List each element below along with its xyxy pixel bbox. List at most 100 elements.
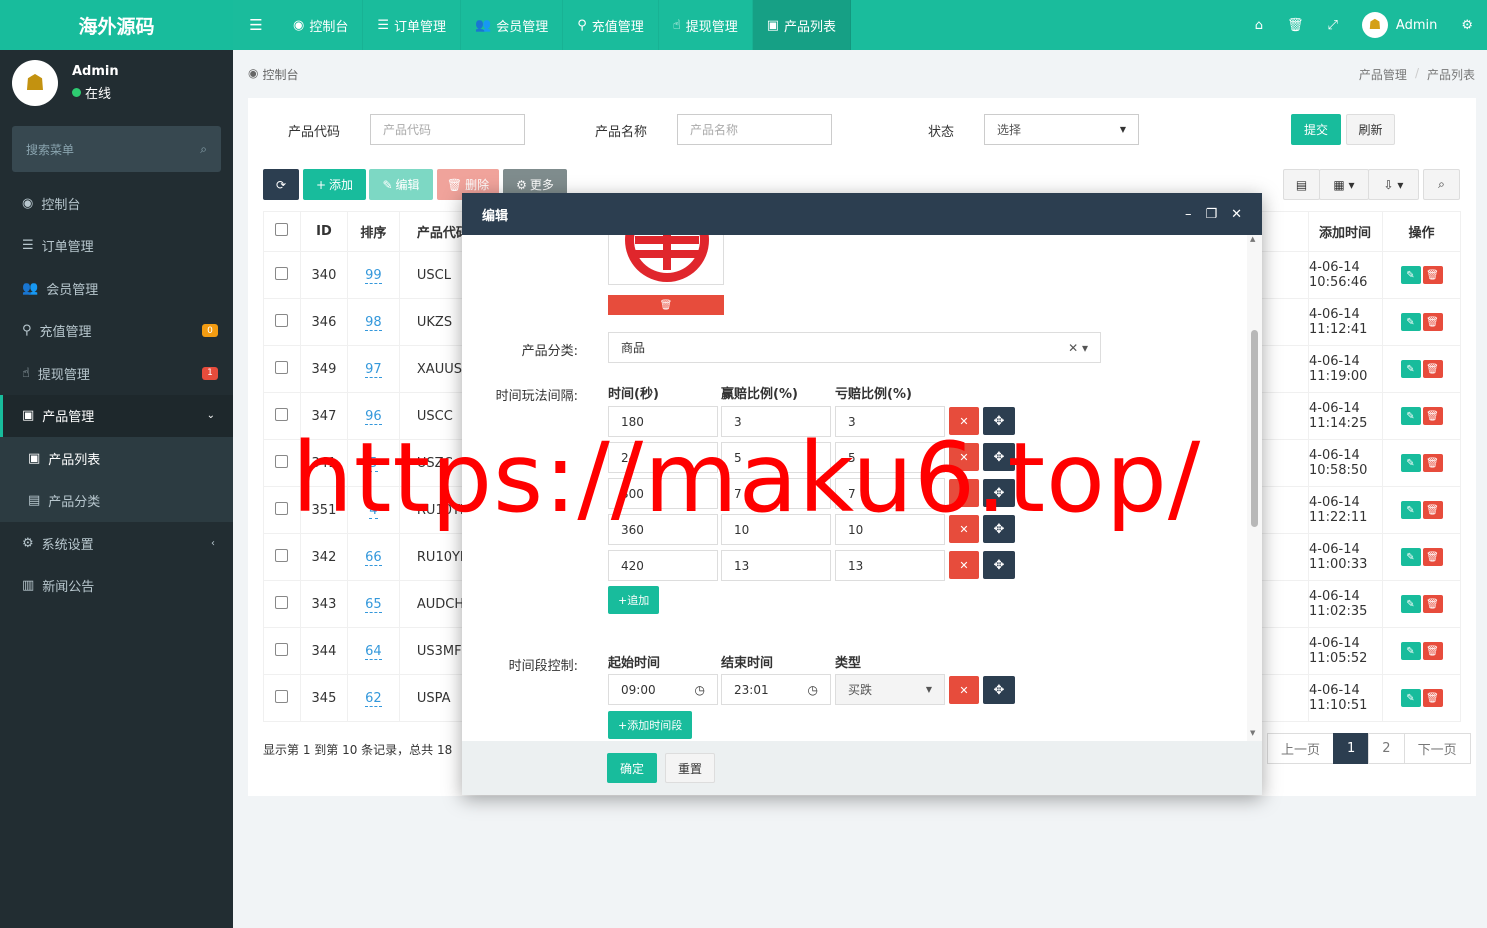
- edit-icon[interactable]: ✎: [1400, 407, 1421, 425]
- trash-icon[interactable]: 🗑: [1422, 266, 1443, 284]
- sidebar-item[interactable]: ▤ 产品分类: [0, 479, 233, 522]
- add-button[interactable]: + 添加: [303, 169, 366, 200]
- type-select[interactable]: 买跌 ▼: [835, 674, 945, 705]
- breadcrumb-home[interactable]: ◉ 控制台: [248, 66, 299, 83]
- list-view-icon[interactable]: ▤: [1283, 169, 1320, 200]
- remove-row-button[interactable]: ✕: [949, 479, 979, 507]
- sort-link[interactable]: 5: [369, 455, 378, 472]
- breadcrumb-item[interactable]: 产品管理: [1359, 66, 1407, 83]
- sidebar-item[interactable]: ⚙ 系统设置 ‹: [0, 522, 233, 565]
- remove-period-button[interactable]: ✕: [949, 676, 979, 704]
- edit-icon[interactable]: ✎: [1400, 548, 1421, 566]
- export-icon[interactable]: ⇩ ▾: [1368, 169, 1419, 200]
- page-button[interactable]: 2: [1368, 733, 1405, 764]
- confirm-button[interactable]: 确定: [607, 753, 657, 783]
- menu-search[interactable]: 搜索菜单 ⌕: [12, 126, 221, 172]
- row-sort[interactable]: 64: [346, 627, 400, 675]
- move-row-button[interactable]: ✥: [983, 479, 1015, 507]
- scroll-down-icon[interactable]: ▼: [1250, 729, 1255, 737]
- topnav-item[interactable]: ▣ 产品列表: [752, 0, 852, 50]
- topnav-item[interactable]: ☰ 订单管理: [363, 0, 462, 50]
- row-sort[interactable]: 62: [346, 674, 400, 722]
- trash-icon[interactable]: 🗑: [1422, 360, 1443, 378]
- row-sort[interactable]: 98: [346, 298, 400, 346]
- move-row-button[interactable]: ✥: [983, 443, 1015, 471]
- row-checkbox[interactable]: [263, 580, 301, 628]
- row-sort[interactable]: 99: [346, 251, 400, 299]
- topnav-item[interactable]: 👥 会员管理: [461, 0, 564, 50]
- edit-icon[interactable]: ✎: [1400, 454, 1421, 472]
- sidebar-item[interactable]: ⚲ 充值管理 0: [0, 310, 233, 353]
- sidebar-item[interactable]: ☝ 提现管理 1: [0, 352, 233, 395]
- search-icon[interactable]: ⌕: [200, 142, 207, 157]
- trash-icon[interactable]: 🗑: [1422, 595, 1443, 613]
- modal-reset-button[interactable]: 重置: [665, 753, 715, 783]
- sidebar-item[interactable]: ▥ 新闻公告: [0, 565, 233, 608]
- topnav-item[interactable]: ⚲ 充值管理: [563, 0, 659, 50]
- status-select[interactable]: 选择 ▼: [984, 114, 1139, 145]
- sort-link[interactable]: 97: [365, 361, 382, 378]
- minimize-icon[interactable]: –: [1185, 207, 1192, 222]
- category-select[interactable]: 商品 ✕ ▾: [608, 332, 1101, 363]
- remove-row-button[interactable]: ✕: [949, 515, 979, 543]
- row-checkbox[interactable]: [263, 627, 301, 675]
- row-sort[interactable]: 97: [346, 345, 400, 393]
- start-time-input[interactable]: 09:00 ◷: [608, 674, 718, 705]
- move-row-button[interactable]: ✥: [983, 551, 1015, 579]
- win-ratio-input[interactable]: 10: [721, 514, 831, 545]
- topnav-item[interactable]: ◉ 控制台: [279, 0, 364, 50]
- row-sort[interactable]: 66: [346, 533, 400, 581]
- row-sort[interactable]: 5: [346, 439, 400, 487]
- time-seconds-input[interactable]: 24: [608, 442, 718, 473]
- reset-button[interactable]: 刷新: [1346, 114, 1395, 145]
- select-all-checkbox[interactable]: [263, 211, 301, 252]
- row-checkbox[interactable]: [263, 392, 301, 440]
- loss-ratio-input[interactable]: 13: [835, 550, 945, 581]
- remove-row-button[interactable]: ✕: [949, 551, 979, 579]
- loss-ratio-input[interactable]: 3: [835, 406, 945, 437]
- row-sort[interactable]: 65: [346, 580, 400, 628]
- col-id[interactable]: ID: [299, 211, 348, 252]
- sidebar-item[interactable]: ▣ 产品列表: [0, 437, 233, 480]
- move-row-button[interactable]: ✥: [983, 407, 1015, 435]
- sort-link[interactable]: 99: [365, 267, 382, 284]
- loss-ratio-input[interactable]: 5: [835, 442, 945, 473]
- move-row-button[interactable]: ✥: [983, 515, 1015, 543]
- fullscreen-icon[interactable]: ⤢: [1328, 18, 1338, 33]
- search-input[interactable]: 搜索菜单: [26, 141, 74, 158]
- edit-icon[interactable]: ✎: [1400, 642, 1421, 660]
- app-logo[interactable]: 海外源码: [0, 0, 233, 50]
- win-ratio-input[interactable]: 3: [721, 406, 831, 437]
- prev-page-button[interactable]: 上一页: [1267, 733, 1335, 764]
- trash-icon[interactable]: 🗑: [1422, 313, 1443, 331]
- edit-icon[interactable]: ✎: [1400, 266, 1421, 284]
- sidebar-item[interactable]: 👥 会员管理: [0, 267, 233, 310]
- edit-icon[interactable]: ✎: [1400, 501, 1421, 519]
- topnav-item[interactable]: ☝ 提现管理: [659, 0, 753, 50]
- sort-link[interactable]: 66: [365, 549, 382, 566]
- menu-toggle-icon[interactable]: ☰: [233, 16, 279, 34]
- edit-icon[interactable]: ✎: [1400, 689, 1421, 707]
- next-page-button[interactable]: 下一页: [1403, 733, 1471, 764]
- gear-icon[interactable]: ⚙: [1461, 18, 1473, 33]
- trash-icon[interactable]: 🗑: [1422, 407, 1443, 425]
- loss-ratio-input[interactable]: 7: [835, 478, 945, 509]
- scrollbar-thumb[interactable]: [1251, 330, 1258, 527]
- sort-link[interactable]: 98: [365, 314, 382, 331]
- row-checkbox[interactable]: [263, 439, 301, 487]
- remove-row-button[interactable]: ✕: [949, 407, 979, 435]
- sidebar-item[interactable]: ▣ 产品管理 ⌄: [0, 394, 233, 437]
- row-checkbox[interactable]: [263, 533, 301, 581]
- row-checkbox[interactable]: [263, 298, 301, 346]
- page-button[interactable]: 1: [1333, 733, 1370, 764]
- row-checkbox[interactable]: [263, 674, 301, 722]
- breadcrumb-item[interactable]: 产品列表: [1427, 66, 1475, 83]
- sort-link[interactable]: 65: [365, 596, 382, 613]
- trash-icon[interactable]: 🗑: [1422, 454, 1443, 472]
- remove-row-button[interactable]: ✕: [949, 443, 979, 471]
- columns-icon[interactable]: ▦ ▾: [1319, 169, 1369, 200]
- sort-link[interactable]: 62: [365, 690, 382, 707]
- trash-icon[interactable]: 🗑: [1422, 548, 1443, 566]
- row-checkbox[interactable]: [263, 486, 301, 534]
- home-icon[interactable]: ⌂: [1255, 18, 1263, 33]
